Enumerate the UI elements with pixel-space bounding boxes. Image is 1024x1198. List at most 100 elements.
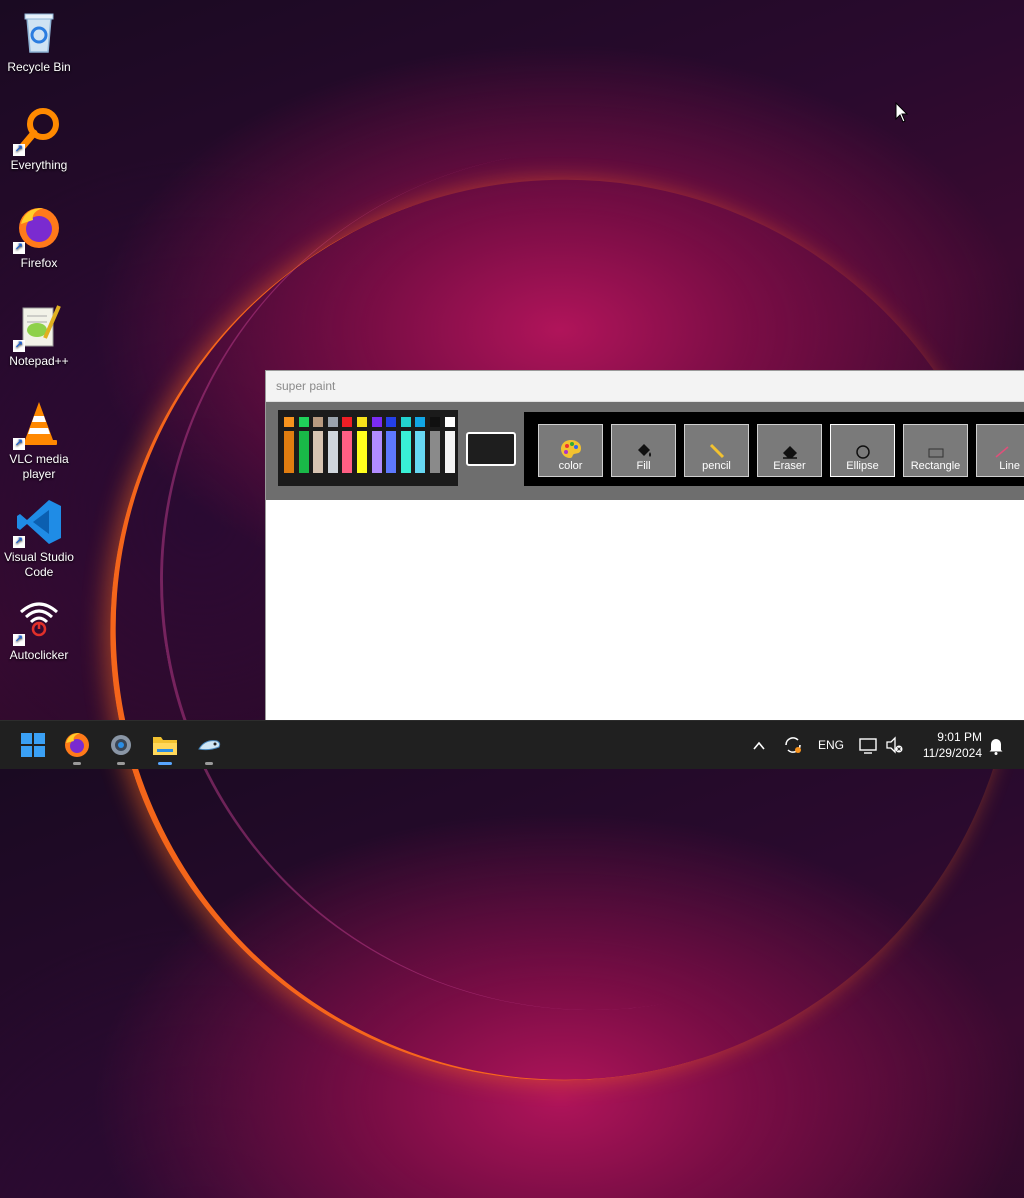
drawing-canvas[interactable] xyxy=(266,500,1024,721)
start-button[interactable] xyxy=(19,731,47,759)
super-paint-window[interactable]: super paint color Fill pencil Eraser Ell… xyxy=(265,370,1024,721)
recycle-bin-icon xyxy=(15,8,63,56)
desktop-icon-vscode[interactable]: ↗ Visual Studio Code xyxy=(2,498,76,580)
tool-label: pencil xyxy=(702,460,731,472)
clock-date: 11/29/2024 xyxy=(922,746,982,760)
palette-swatch[interactable] xyxy=(313,417,324,427)
palette-shade-bar[interactable] xyxy=(313,431,324,473)
palette-shade-bar[interactable] xyxy=(371,431,382,473)
show-hidden-icons-button[interactable] xyxy=(752,721,772,769)
palette-swatch[interactable] xyxy=(327,417,338,427)
running-indicator xyxy=(205,762,213,765)
desktop-icon-label: Notepad++ xyxy=(9,354,69,368)
palette-swatch[interactable] xyxy=(371,417,382,427)
palette-shade-bar[interactable] xyxy=(284,431,294,473)
palette-color-column[interactable] xyxy=(400,417,411,473)
taskbar-settings[interactable] xyxy=(107,731,135,765)
current-color-swatch[interactable] xyxy=(466,432,516,466)
palette-color-column[interactable] xyxy=(313,417,324,473)
palette-color-column[interactable] xyxy=(284,417,294,473)
palette-shade-bar[interactable] xyxy=(357,431,367,473)
desktop-icon-label: Recycle Bin xyxy=(7,60,71,74)
tool-label: Line xyxy=(999,460,1020,472)
desktop-icon-label: Visual Studio Code xyxy=(4,550,74,579)
notifications-button[interactable] xyxy=(988,721,1006,769)
desktop-icon-firefox[interactable]: ↗ Firefox xyxy=(2,204,76,271)
color-palette xyxy=(278,410,458,486)
pencil-tool-button[interactable]: pencil xyxy=(684,424,749,477)
palette-swatch[interactable] xyxy=(444,417,455,427)
display-icon[interactable] xyxy=(858,721,880,769)
palette-color-column[interactable] xyxy=(415,417,426,473)
tool-label: Ellipse xyxy=(846,460,879,472)
active-indicator xyxy=(158,762,172,765)
desktop-icon-everything[interactable]: ↗ Everything xyxy=(2,106,76,173)
ellipse-tool-button[interactable]: Ellipse xyxy=(830,424,895,477)
palette-shade-bar[interactable] xyxy=(444,431,455,473)
desktop-icon-autoclicker[interactable]: ↗ Autoclicker xyxy=(2,596,76,663)
gear-icon xyxy=(111,735,131,755)
palette-swatch[interactable] xyxy=(386,417,397,427)
sync-status-button[interactable] xyxy=(782,721,806,769)
fill-tool-button[interactable]: Fill xyxy=(611,424,676,477)
palette-swatch[interactable] xyxy=(415,417,426,427)
running-indicator xyxy=(73,762,81,765)
chevron-up-icon xyxy=(753,741,765,750)
ellipse-icon xyxy=(831,431,894,459)
desktop-icon-vlc[interactable]: ↗ VLC media player xyxy=(2,400,76,482)
clock[interactable]: 9:01 PM 11/29/2024 xyxy=(914,721,982,769)
palette-swatch[interactable] xyxy=(430,417,440,427)
taskbar: ENG 9:01 PM 11/29/2024 xyxy=(0,720,1024,769)
palette-shade-bar[interactable] xyxy=(430,431,440,473)
palette-shade-bar[interactable] xyxy=(386,431,397,473)
tool-label: Rectangle xyxy=(910,460,961,472)
search-magnifier-icon: ↗ xyxy=(13,106,63,156)
taskbar-firefox[interactable] xyxy=(63,731,91,765)
taskbar-file-explorer[interactable] xyxy=(151,731,179,765)
palette-color-column[interactable] xyxy=(327,417,338,473)
palette-color-column[interactable] xyxy=(342,417,353,473)
palette-swatch[interactable] xyxy=(357,417,367,427)
palette-shade-bar[interactable] xyxy=(327,431,338,473)
palette-swatch[interactable] xyxy=(342,417,353,427)
tool-label: Eraser xyxy=(773,460,806,472)
rectangle-icon xyxy=(904,431,967,459)
palette-color-column[interactable] xyxy=(430,417,440,473)
paint-app-icon xyxy=(198,740,221,751)
running-indicator xyxy=(117,762,125,765)
tool-label: Fill xyxy=(636,460,651,472)
palette-shade-bar[interactable] xyxy=(400,431,411,473)
color-tool-button[interactable]: color xyxy=(538,424,603,477)
rectangle-tool-button[interactable]: Rectangle xyxy=(903,424,968,477)
line-tool-button[interactable]: Line xyxy=(976,424,1024,477)
firefox-icon xyxy=(65,733,89,757)
palette-color-column[interactable] xyxy=(298,417,309,473)
desktop-icon-notepad-plus-plus[interactable]: ↗ Notepad++ xyxy=(2,302,76,369)
shortcut-arrow-icon: ↗ xyxy=(13,438,25,450)
palette-swatch[interactable] xyxy=(284,417,294,427)
clock-time: 9:01 PM xyxy=(937,730,982,744)
palette-shade-bar[interactable] xyxy=(298,431,309,473)
shortcut-arrow-icon: ↗ xyxy=(13,144,25,156)
desktop-icon-label: Everything xyxy=(10,158,68,172)
tool-strip: color Fill pencil Eraser Ellipse Rectang… xyxy=(524,412,1024,486)
palette-color-column[interactable] xyxy=(386,417,397,473)
palette-swatch[interactable] xyxy=(400,417,411,427)
palette-shade-bar[interactable] xyxy=(415,431,426,473)
eraser-tool-button[interactable]: Eraser xyxy=(757,424,822,477)
palette-swatch[interactable] xyxy=(298,417,309,427)
taskbar-super-paint[interactable] xyxy=(195,731,223,765)
palette-shade-bar[interactable] xyxy=(342,431,353,473)
palette-color-column[interactable] xyxy=(357,417,367,473)
mouse-cursor-icon xyxy=(895,101,909,129)
language-indicator[interactable]: ENG xyxy=(818,721,844,769)
palette-color-column[interactable] xyxy=(371,417,382,473)
notepad-plus-plus-icon: ↗ xyxy=(13,302,63,352)
palette-color-column[interactable] xyxy=(444,417,455,473)
window-title[interactable]: super paint xyxy=(266,371,1024,402)
shortcut-arrow-icon: ↗ xyxy=(13,242,25,254)
line-icon xyxy=(977,431,1024,459)
folder-icon xyxy=(153,737,177,755)
volume-muted-icon[interactable] xyxy=(884,721,906,769)
desktop-icon-recycle-bin[interactable]: Recycle Bin xyxy=(2,8,76,75)
